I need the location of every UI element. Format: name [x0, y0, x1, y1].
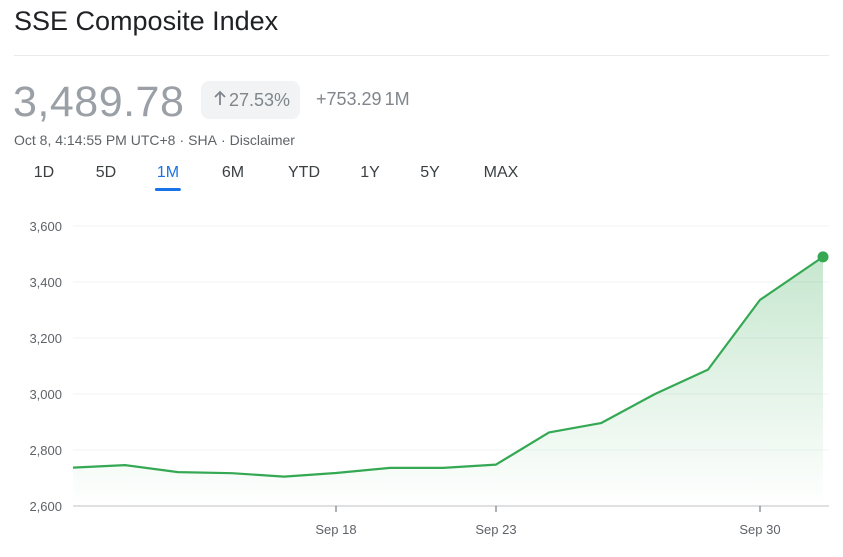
arrow-up-icon	[213, 90, 227, 111]
tab-ytd[interactable]: YTD	[288, 164, 320, 182]
y-tick-label: 2,800	[29, 443, 62, 458]
separator: ·	[179, 132, 185, 148]
y-tick-label: 2,600	[29, 499, 62, 514]
page-title: SSE Composite Index	[14, 6, 279, 36]
range-tabs: 1D 5D 1M 6M YTD 1Y 5Y MAX	[0, 164, 843, 196]
header-divider	[14, 55, 829, 56]
x-tick-label: Sep 23	[475, 522, 516, 537]
current-price: 3,489.78	[13, 78, 185, 126]
percent-change-badge: 27.53%	[201, 81, 301, 119]
percent-change-value: 27.53%	[229, 89, 291, 110]
tab-5d[interactable]: 5D	[96, 164, 116, 182]
change-period: 1M	[384, 89, 410, 109]
y-tick-label: 3,600	[29, 219, 62, 234]
exchange-code: SHA	[188, 132, 217, 148]
disclaimer-link[interactable]: Disclaimer	[230, 132, 295, 148]
absolute-change: +753.29 1M	[316, 89, 410, 110]
y-tick-label: 3,400	[29, 275, 62, 290]
y-tick-label: 3,000	[29, 387, 62, 402]
tab-6m[interactable]: 6M	[222, 164, 244, 182]
quote-meta: Oct 8, 4:14:55 PM UTC+8 · SHA · Disclaimer	[14, 132, 295, 148]
x-tick-label: Sep 18	[315, 522, 356, 537]
absolute-change-value: +753.29	[316, 89, 382, 109]
timestamp: Oct 8, 4:14:55 PM UTC+8	[14, 132, 176, 148]
latest-point	[817, 251, 829, 263]
x-tick-label: Sep 30	[739, 522, 780, 537]
y-tick-label: 3,200	[29, 331, 62, 346]
separator: ·	[220, 132, 226, 148]
price-chart[interactable]: 3,600 3,400 3,200 3,000 2,800 2,600 Sep 18 Sep …	[0, 200, 843, 557]
tab-1m[interactable]: 1M	[154, 164, 182, 191]
tab-1y[interactable]: 1Y	[360, 164, 380, 182]
tab-max[interactable]: MAX	[484, 164, 519, 182]
tab-1d[interactable]: 1D	[34, 164, 54, 182]
tab-5y[interactable]: 5Y	[420, 164, 440, 182]
